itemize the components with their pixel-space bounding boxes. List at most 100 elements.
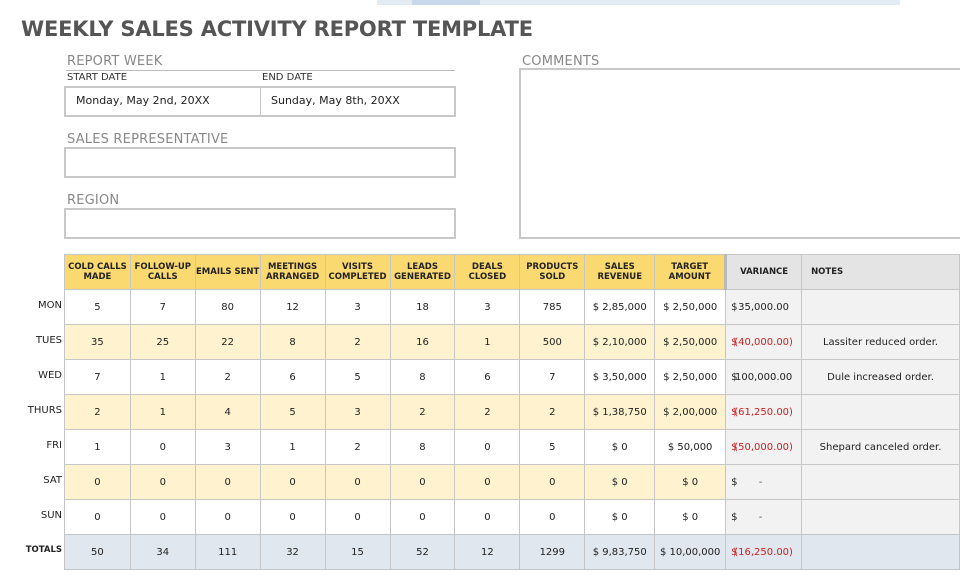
variance-cell[interactable]: $ (40,000.00) <box>725 324 803 360</box>
notes-cell[interactable]: Lassiter reduced order. <box>801 324 960 360</box>
comments-field[interactable] <box>519 68 960 239</box>
table-cell[interactable]: 2 <box>64 394 131 430</box>
table-cell[interactable]: 35 <box>64 324 131 360</box>
end-date-field[interactable]: Sunday, May 8th, 20XX <box>261 88 454 115</box>
table-cell[interactable]: $ 2,10,000 <box>584 324 656 360</box>
table-cell[interactable]: 0 <box>519 499 586 535</box>
table-cell[interactable]: 0 <box>519 464 586 500</box>
table-cell[interactable]: 4 <box>194 394 261 430</box>
notes-cell[interactable] <box>801 534 960 570</box>
table-cell[interactable]: 0 <box>194 464 261 500</box>
variance-cell[interactable]: $ (61,250.00) <box>725 394 803 430</box>
table-cell[interactable]: 0 <box>454 429 521 465</box>
table-cell[interactable]: 0 <box>454 499 521 535</box>
start-date-field[interactable]: Monday, May 2nd, 20XX <box>66 88 261 115</box>
table-cell[interactable]: 0 <box>454 464 521 500</box>
table-cell[interactable]: 3 <box>194 429 261 465</box>
table-cell[interactable]: 25 <box>129 324 196 360</box>
notes-cell[interactable]: Dule increased order. <box>801 359 960 395</box>
table-cell[interactable]: 52 <box>389 534 456 570</box>
table-cell[interactable]: 2 <box>194 359 261 395</box>
notes-cell[interactable] <box>801 394 960 430</box>
table-cell[interactable]: $ 2,85,000 <box>584 289 656 325</box>
table-cell[interactable]: 50 <box>64 534 131 570</box>
table-cell[interactable]: $ 10,00,000 <box>654 534 727 570</box>
variance-cell[interactable]: $100,000.00 <box>725 359 803 395</box>
table-cell[interactable]: $ 3,50,000 <box>584 359 656 395</box>
table-cell[interactable]: $ 0 <box>654 499 727 535</box>
table-cell[interactable]: 0 <box>389 499 456 535</box>
table-cell[interactable]: $ 2,50,000 <box>654 289 727 325</box>
region-field[interactable] <box>64 208 456 239</box>
table-cell[interactable]: 1 <box>454 324 521 360</box>
variance-cell[interactable]: $ (50,000.00) <box>725 429 803 465</box>
table-cell[interactable]: 15 <box>324 534 391 570</box>
table-cell[interactable]: 8 <box>389 429 456 465</box>
table-cell[interactable]: 785 <box>519 289 586 325</box>
table-cell[interactable]: 0 <box>259 464 326 500</box>
table-cell[interactable]: 1 <box>64 429 131 465</box>
table-cell[interactable]: 0 <box>259 499 326 535</box>
notes-cell[interactable] <box>801 499 960 535</box>
table-cell[interactable]: 2 <box>324 429 391 465</box>
table-cell[interactable]: 1 <box>129 394 196 430</box>
notes-cell[interactable]: Shepard canceled order. <box>801 429 960 465</box>
table-cell[interactable]: $ 50,000 <box>654 429 727 465</box>
table-cell[interactable]: $ 1,38,750 <box>584 394 656 430</box>
table-cell[interactable]: 5 <box>64 289 131 325</box>
table-cell[interactable]: 12 <box>454 534 521 570</box>
table-cell[interactable]: $ 0 <box>584 499 656 535</box>
table-cell[interactable]: 7 <box>64 359 131 395</box>
table-cell[interactable]: 18 <box>389 289 456 325</box>
variance-cell[interactable]: $35,000.00 <box>725 289 803 325</box>
table-cell[interactable]: 0 <box>194 499 261 535</box>
table-cell[interactable]: 16 <box>389 324 456 360</box>
notes-cell[interactable] <box>801 464 960 500</box>
table-cell[interactable]: 0 <box>64 499 131 535</box>
table-cell[interactable]: 5 <box>519 429 586 465</box>
table-cell[interactable]: 3 <box>454 289 521 325</box>
table-cell[interactable]: 0 <box>389 464 456 500</box>
table-cell[interactable]: 12 <box>259 289 326 325</box>
table-cell[interactable]: 0 <box>129 464 196 500</box>
variance-cell[interactable]: $ - <box>725 499 803 535</box>
table-cell[interactable]: 2 <box>454 394 521 430</box>
table-cell[interactable]: $ 2,50,000 <box>654 324 727 360</box>
table-cell[interactable]: $ 9,83,750 <box>584 534 656 570</box>
table-cell[interactable]: $ 0 <box>584 429 656 465</box>
table-cell[interactable]: 8 <box>259 324 326 360</box>
table-cell[interactable]: 0 <box>324 464 391 500</box>
table-cell[interactable]: 2 <box>519 394 586 430</box>
table-cell[interactable]: 500 <box>519 324 586 360</box>
table-cell[interactable]: 3 <box>324 289 391 325</box>
table-cell[interactable]: 1299 <box>519 534 586 570</box>
table-cell[interactable]: 8 <box>389 359 456 395</box>
table-cell[interactable]: 34 <box>129 534 196 570</box>
table-cell[interactable]: 1 <box>259 429 326 465</box>
table-cell[interactable]: 7 <box>129 289 196 325</box>
table-cell[interactable]: $ 0 <box>584 464 656 500</box>
table-cell[interactable]: 6 <box>454 359 521 395</box>
table-cell[interactable]: 7 <box>519 359 586 395</box>
table-cell[interactable]: 1 <box>129 359 196 395</box>
table-cell[interactable]: 0 <box>129 429 196 465</box>
table-cell[interactable]: 32 <box>259 534 326 570</box>
table-cell[interactable]: 2 <box>389 394 456 430</box>
table-cell[interactable]: 2 <box>324 324 391 360</box>
sales-rep-field[interactable] <box>64 147 456 178</box>
table-cell[interactable]: 3 <box>324 394 391 430</box>
variance-cell[interactable]: $ (16,250.00) <box>725 534 803 570</box>
table-cell[interactable]: 6 <box>259 359 326 395</box>
table-cell[interactable]: $ 2,50,000 <box>654 359 727 395</box>
table-cell[interactable]: $ 0 <box>654 464 727 500</box>
table-cell[interactable]: 111 <box>194 534 261 570</box>
variance-cell[interactable]: $ - <box>725 464 803 500</box>
table-cell[interactable]: 0 <box>64 464 131 500</box>
table-cell[interactable]: 5 <box>324 359 391 395</box>
table-cell[interactable]: 5 <box>259 394 326 430</box>
table-cell[interactable]: 22 <box>194 324 261 360</box>
notes-cell[interactable] <box>801 289 960 325</box>
table-cell[interactable]: 80 <box>194 289 261 325</box>
table-cell[interactable]: $ 2,00,000 <box>654 394 727 430</box>
table-cell[interactable]: 0 <box>324 499 391 535</box>
